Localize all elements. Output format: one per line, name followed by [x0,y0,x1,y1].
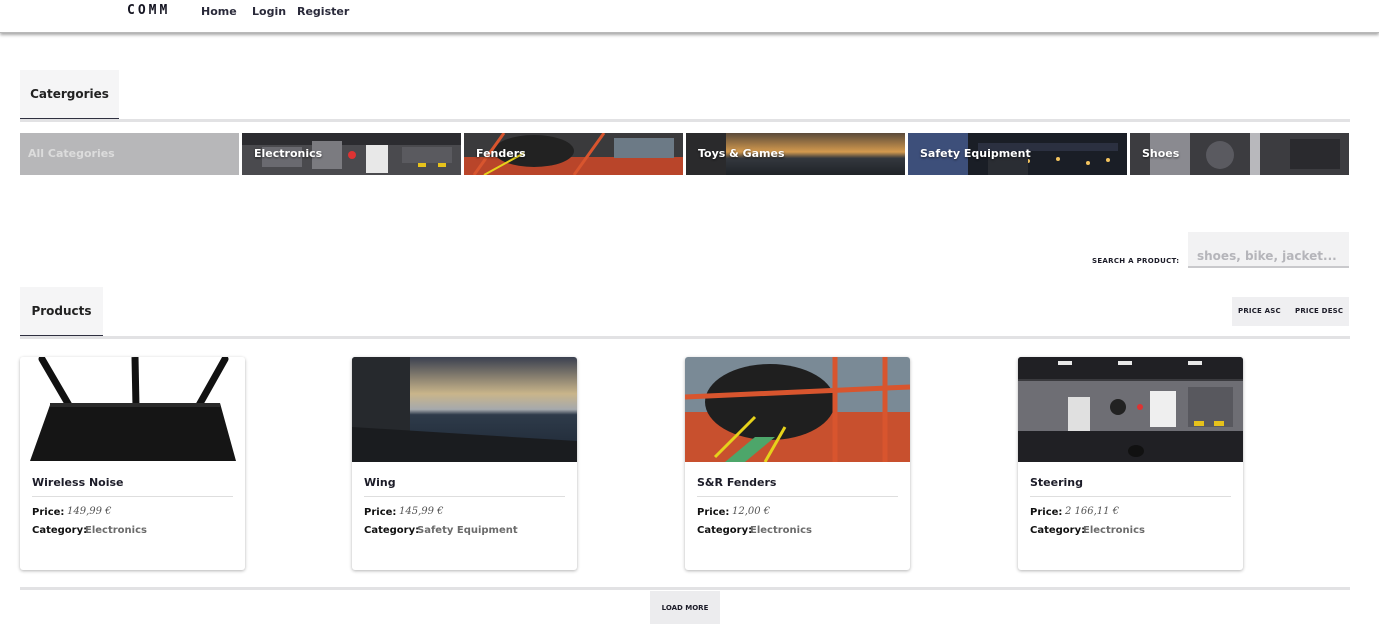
category-label: All Categories [28,147,115,160]
price-label: Price: [32,507,65,518]
product-title: Wireless Noise [32,476,124,489]
nav-link-register[interactable]: Register [297,5,349,18]
product-card[interactable]: Steering Price: 2 166,11 € Category: Ele… [1018,357,1243,570]
category-all[interactable]: All Categories [20,133,239,175]
category-value: Safety Equipment [417,525,518,536]
load-more-button[interactable]: LOAD MORE [650,591,720,624]
category-label: Shoes [1142,147,1180,160]
category-electronics[interactable]: Electronics [242,133,461,175]
sort-price-asc-button[interactable]: PRICE ASC [1238,307,1281,315]
category-value: Electronics [750,525,812,536]
logo[interactable]: COMM [127,3,170,18]
price-label: Price: [1030,507,1063,518]
category-fenders[interactable]: Fenders [464,133,683,175]
category-safety-equipment[interactable]: Safety Equipment [908,133,1127,175]
products-divider [20,336,1350,339]
card-divider [1030,496,1231,497]
category-label: Electronics [254,147,323,160]
search-input[interactable] [1188,232,1349,268]
category-label: Category: [1030,525,1086,536]
price-label: Price: [364,507,397,518]
product-title: S&R Fenders [697,476,777,489]
load-more-divider [20,587,1350,590]
category-toys-games[interactable]: Toys & Games [686,133,905,175]
product-title: Steering [1030,476,1084,489]
price-label: Price: [697,507,730,518]
sort-price-desc-button[interactable]: PRICE DESC [1295,307,1343,315]
category-label: Category: [364,525,420,536]
card-divider [697,496,898,497]
product-card[interactable]: Wing Price: 145,99 € Category: Safety Eq… [352,357,577,570]
router-image [20,357,245,462]
category-label: Toys & Games [698,147,785,160]
sort-controls: PRICE ASC PRICE DESC [1232,297,1349,326]
price-value: 12,00 € [732,506,771,517]
tab-products[interactable]: Products [20,287,103,337]
category-value: Electronics [85,525,147,536]
category-label: Safety Equipment [920,147,1031,160]
tab-categories[interactable]: Catergories [20,70,119,120]
category-label: Fenders [476,147,526,160]
product-card[interactable]: S&R Fenders Price: 12,00 € Category: Ele… [685,357,910,570]
categories-divider [20,119,1350,122]
control-panel-image [1018,357,1243,462]
category-shoes[interactable]: Shoes [1130,133,1349,175]
price-value: 149,99 € [67,506,112,517]
product-title: Wing [364,476,396,489]
category-label: Category: [697,525,753,536]
fenders-image [685,357,910,462]
category-label: Category: [32,525,88,536]
nav-link-login[interactable]: Login [252,5,286,18]
card-divider [364,496,565,497]
category-value: Electronics [1083,525,1145,536]
price-value: 145,99 € [399,506,444,517]
product-card[interactable]: Wireless Noise Price: 149,99 € Category:… [20,357,245,570]
search-label: SEARCH A PRODUCT: [1092,257,1180,265]
ship-wing-image [352,357,577,462]
nav-link-home[interactable]: Home [201,5,237,18]
price-value: 2 166,11 € [1065,506,1120,517]
card-divider [32,496,233,497]
navbar: COMM Home Login Register [0,0,1379,33]
